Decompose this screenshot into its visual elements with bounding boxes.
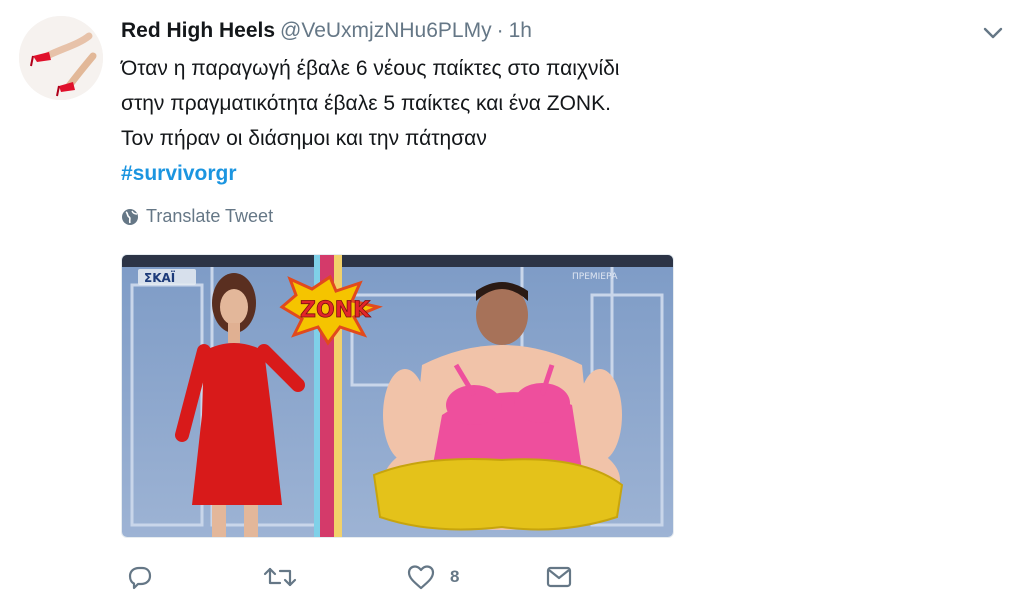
- zonk-sign-text: ZONK: [300, 298, 371, 323]
- tweet-header: Red High Heels @VeUxmjzNHu6PLMy · 1h: [121, 17, 532, 45]
- user-handle[interactable]: @VeUxmjzNHu6PLMy: [280, 19, 492, 42]
- retweet-icon: [263, 567, 297, 587]
- timestamp[interactable]: 1h: [509, 19, 532, 42]
- like-button[interactable]: 8: [406, 563, 459, 591]
- hashtag-link[interactable]: #survivorgr: [121, 162, 237, 185]
- translate-label: Translate Tweet: [146, 206, 274, 226]
- envelope-icon: [546, 566, 572, 588]
- separator-dot: ·: [496, 19, 504, 42]
- globe-icon: [122, 208, 138, 225]
- direct-message-button[interactable]: [544, 563, 574, 591]
- channel-logo: ΣΚΑΪ: [144, 270, 176, 285]
- like-count: 8: [450, 567, 460, 586]
- tweet-text-line: Τον πήραν οι διάσημοι και την πάτησαν: [121, 127, 487, 150]
- avatar-image: [19, 16, 103, 100]
- tweet-text: Όταν η παραγωγή έβαλε 6 νέους παίκτες στ…: [121, 51, 619, 191]
- tweet-text-line: Όταν η παραγωγή έβαλε 6 νέους παίκτες στ…: [121, 57, 620, 80]
- chevron-down-icon[interactable]: [980, 22, 1006, 44]
- avatar[interactable]: [19, 16, 103, 100]
- tweet-actions: 8: [0, 563, 1024, 595]
- reply-button[interactable]: [126, 563, 154, 591]
- corner-label: ΠΡΕΜΙΕΡΑ: [572, 272, 618, 282]
- translate-tweet-button[interactable]: Translate Tweet: [121, 206, 273, 227]
- display-name[interactable]: Red High Heels: [121, 19, 275, 42]
- retweet-button[interactable]: [262, 563, 298, 591]
- tweet-media-image[interactable]: ZONK ΣΚΑΪ ΠΡΕΜΙΕΡΑ: [121, 254, 674, 538]
- tweet-text-line: στην πραγματικότητα έβαλε 5 παίκτες και …: [121, 92, 611, 115]
- media-photo: ZONK ΣΚΑΪ ΠΡΕΜΙΕΡΑ: [122, 255, 673, 537]
- reply-icon: [128, 566, 152, 590]
- heart-icon: [407, 565, 435, 590]
